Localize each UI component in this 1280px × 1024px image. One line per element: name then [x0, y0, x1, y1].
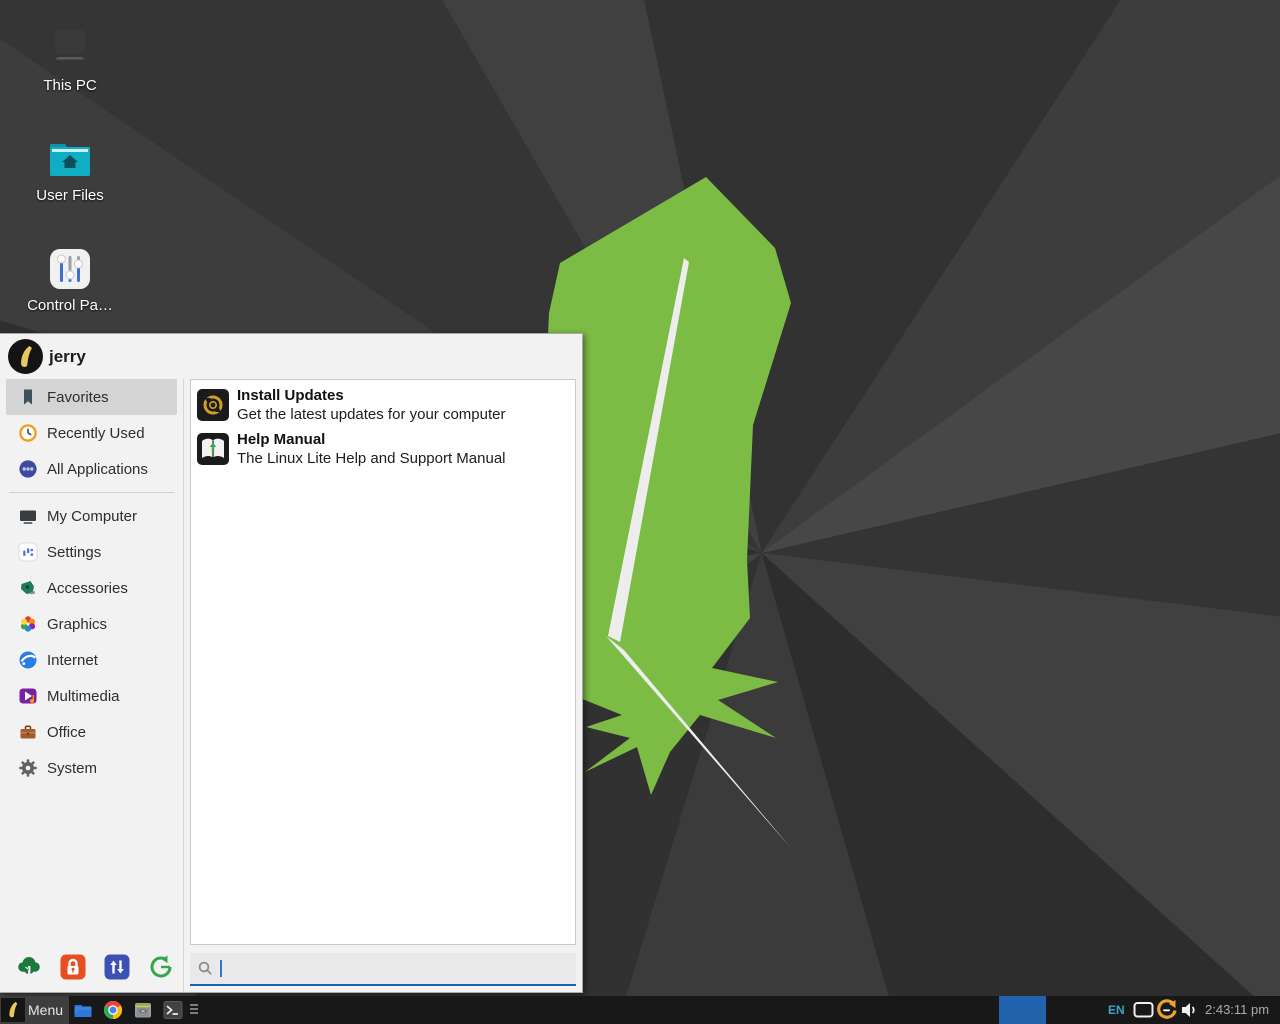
- internet-icon: [18, 650, 38, 670]
- app-item-title: Install Updates: [237, 386, 505, 405]
- home-folder-icon: [14, 134, 126, 180]
- sidebar-item-favorites[interactable]: Favorites: [6, 379, 177, 415]
- app-item-install-updates[interactable]: Install Updates Get the latest updates f…: [197, 383, 569, 427]
- archive-manager-icon[interactable]: [133, 1000, 153, 1020]
- sidebar-item-settings[interactable]: Settings: [6, 534, 177, 570]
- menu-app-list: Install Updates Get the latest updates f…: [190, 379, 576, 945]
- sidebar-item-label: Graphics: [47, 616, 107, 633]
- sidebar-item-label: Favorites: [47, 389, 109, 406]
- app-item-title: Help Manual: [237, 430, 506, 449]
- office-icon: [18, 722, 38, 742]
- desktop-icon-user-files[interactable]: User Files: [14, 134, 126, 204]
- desktop-icon-label: This PC: [14, 77, 126, 94]
- sidebar-item-all-applications[interactable]: All Applications: [6, 451, 177, 487]
- menu-button[interactable]: Menu: [0, 996, 69, 1024]
- menu-header: jerry: [0, 334, 582, 379]
- sidebar-item-multimedia[interactable]: Multimedia: [6, 678, 177, 714]
- sidebar-item-system[interactable]: System: [6, 750, 177, 786]
- sidebar-item-label: Settings: [47, 544, 101, 561]
- sidebar-item-internet[interactable]: Internet: [6, 642, 177, 678]
- desktop: This PC User Files: [0, 0, 1280, 1024]
- clock-icon: [18, 423, 38, 443]
- logout-icon[interactable]: [148, 954, 174, 980]
- display-icon[interactable]: [1133, 1001, 1154, 1024]
- desktop-icon-label: User Files: [14, 187, 126, 204]
- sidebar-item-graphics[interactable]: Graphics: [6, 606, 177, 642]
- app-item-help-manual[interactable]: Help Manual The Linux Lite Help and Supp…: [197, 427, 569, 471]
- taskbar-clock[interactable]: 2:43:11 pm: [1205, 996, 1269, 1024]
- multimedia-icon: [18, 686, 38, 706]
- desktop-icon-label: Control Pa…: [14, 297, 126, 314]
- sidebar-item-label: My Computer: [47, 508, 137, 525]
- volume-icon[interactable]: [1181, 1002, 1199, 1023]
- app-item-subtitle: The Linux Lite Help and Support Manual: [237, 449, 506, 468]
- user-avatar[interactable]: [8, 339, 43, 374]
- user-name: jerry: [49, 334, 86, 379]
- control-panel-icon: [14, 244, 126, 290]
- sliders-icon: [18, 542, 38, 562]
- app-item-subtitle: Get the latest updates for your computer: [237, 405, 505, 424]
- workspace-switcher[interactable]: [999, 996, 1046, 1024]
- whisker-menu: jerry Favorites Recently Used: [0, 333, 583, 993]
- bookmark-icon: [18, 387, 38, 407]
- updates-tray-icon[interactable]: [1155, 999, 1178, 1024]
- text-caret: [220, 960, 222, 977]
- file-manager-icon[interactable]: [73, 1000, 93, 1020]
- search-input[interactable]: [224, 960, 568, 978]
- desktop-icon-control-panel[interactable]: Control Pa…: [14, 244, 126, 314]
- sidebar-item-accessories[interactable]: Accessories: [6, 570, 177, 606]
- chrome-icon[interactable]: [103, 1000, 123, 1020]
- search-icon: [198, 961, 213, 976]
- sidebar-item-label: System: [47, 760, 97, 777]
- desktop-icon-this-pc[interactable]: This PC: [14, 24, 126, 94]
- sidebar-item-office[interactable]: Office: [6, 714, 177, 750]
- sidebar-item-recently-used[interactable]: Recently Used: [6, 415, 177, 451]
- switch-user-icon[interactable]: [104, 954, 130, 980]
- keyboard-layout-indicator[interactable]: EN: [1108, 996, 1125, 1024]
- graphics-icon: [18, 614, 38, 634]
- lock-screen-icon[interactable]: [60, 954, 86, 980]
- computer-icon: [18, 506, 38, 526]
- help-manual-icon: [197, 433, 229, 465]
- taskbar: Menu: [0, 996, 1280, 1024]
- linux-lite-feather-icon: [1, 998, 25, 1022]
- laptop-icon: [14, 24, 126, 70]
- accessories-icon: [18, 578, 38, 598]
- sidebar-item-label: Internet: [47, 652, 98, 669]
- sidebar-item-label: Accessories: [47, 580, 128, 597]
- terminal-icon[interactable]: [163, 1000, 183, 1020]
- linux-lite-feather-icon: [15, 345, 37, 369]
- panel-overflow-icon[interactable]: [190, 1004, 198, 1014]
- menu-button-label: Menu: [28, 1002, 63, 1018]
- sidebar-item-my-computer[interactable]: My Computer: [6, 498, 177, 534]
- sidebar-item-label: Office: [47, 724, 86, 741]
- sidebar-separator: [9, 492, 174, 493]
- taskbar-launchers: [73, 1000, 183, 1020]
- sidebar-item-label: Multimedia: [47, 688, 120, 705]
- system-gear-icon: [18, 758, 38, 778]
- menu-actions: [16, 954, 174, 980]
- install-updates-icon: [197, 389, 229, 421]
- apps-grid-icon: [18, 459, 38, 479]
- sidebar-item-label: All Applications: [47, 461, 148, 478]
- menu-sidebar: Favorites Recently Used: [0, 379, 184, 992]
- sidebar-item-label: Recently Used: [47, 425, 145, 442]
- menu-search-bar: [190, 953, 576, 986]
- settings-manager-icon[interactable]: [16, 954, 42, 980]
